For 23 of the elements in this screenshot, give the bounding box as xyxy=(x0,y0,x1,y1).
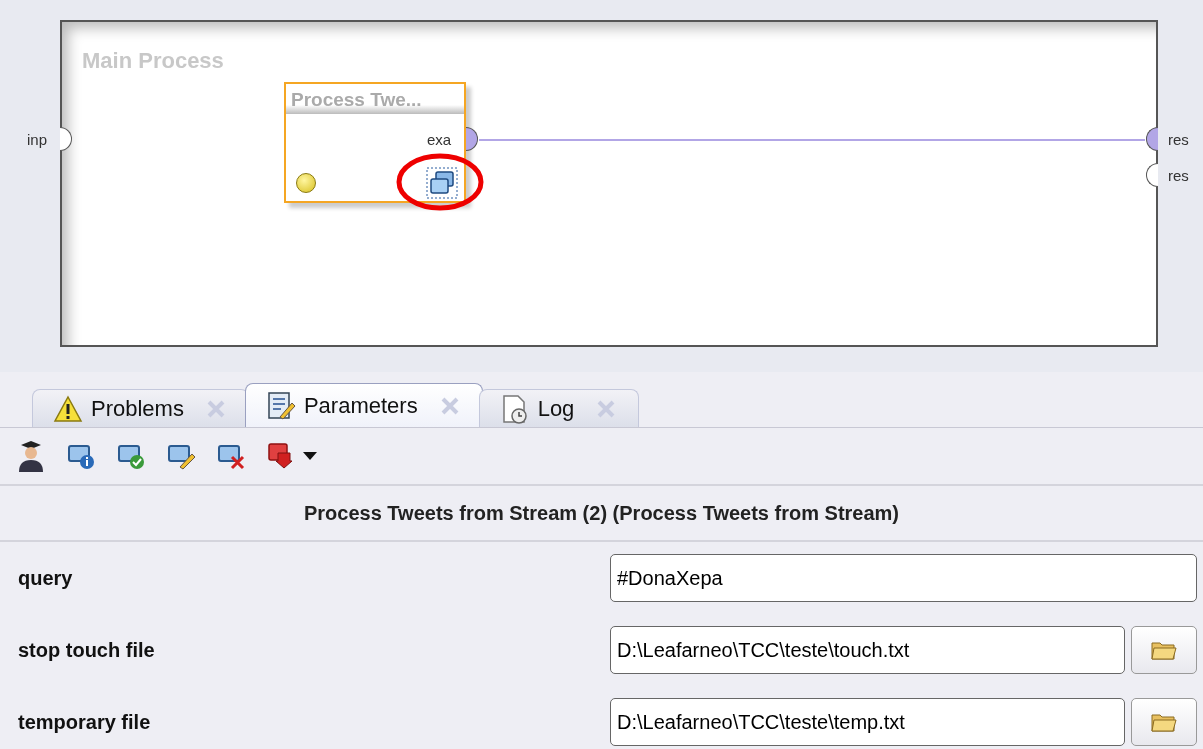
parameter-label: temporary file xyxy=(18,710,152,735)
browse-button[interactable] xyxy=(1131,698,1197,746)
operator-title: Process Twe... xyxy=(286,84,464,114)
folder-icon xyxy=(1151,711,1177,733)
port-label: res xyxy=(1168,130,1189,150)
parameters-heading: Process Tweets from Stream (2) (Process Tweets from Stream) xyxy=(0,486,1203,542)
input-field[interactable]: D:\Leafarneo\TCC\teste\touch.txt xyxy=(610,626,1125,674)
parameter-label: stop touch file xyxy=(18,638,156,663)
input-field[interactable]: #DonaXepa xyxy=(610,554,1197,602)
folder-icon xyxy=(1151,639,1177,661)
edit-document-icon xyxy=(265,390,296,421)
panel-tab[interactable]: Parameters xyxy=(244,383,483,427)
parameter-label: query xyxy=(18,566,74,591)
input-field[interactable]: D:\Leafarneo\TCC\teste\temp.txt xyxy=(610,698,1125,746)
port-label: res xyxy=(1168,166,1189,186)
warning-icon xyxy=(53,394,83,423)
port-label: inp xyxy=(27,130,48,150)
port-label: exa xyxy=(427,130,452,150)
subprocess-icon[interactable] xyxy=(426,167,458,199)
wizard-user-icon[interactable] xyxy=(16,439,46,473)
browse-button[interactable] xyxy=(1131,626,1197,674)
caret-icon[interactable] xyxy=(302,451,318,461)
panel-tab[interactable]: Log xyxy=(478,389,640,427)
